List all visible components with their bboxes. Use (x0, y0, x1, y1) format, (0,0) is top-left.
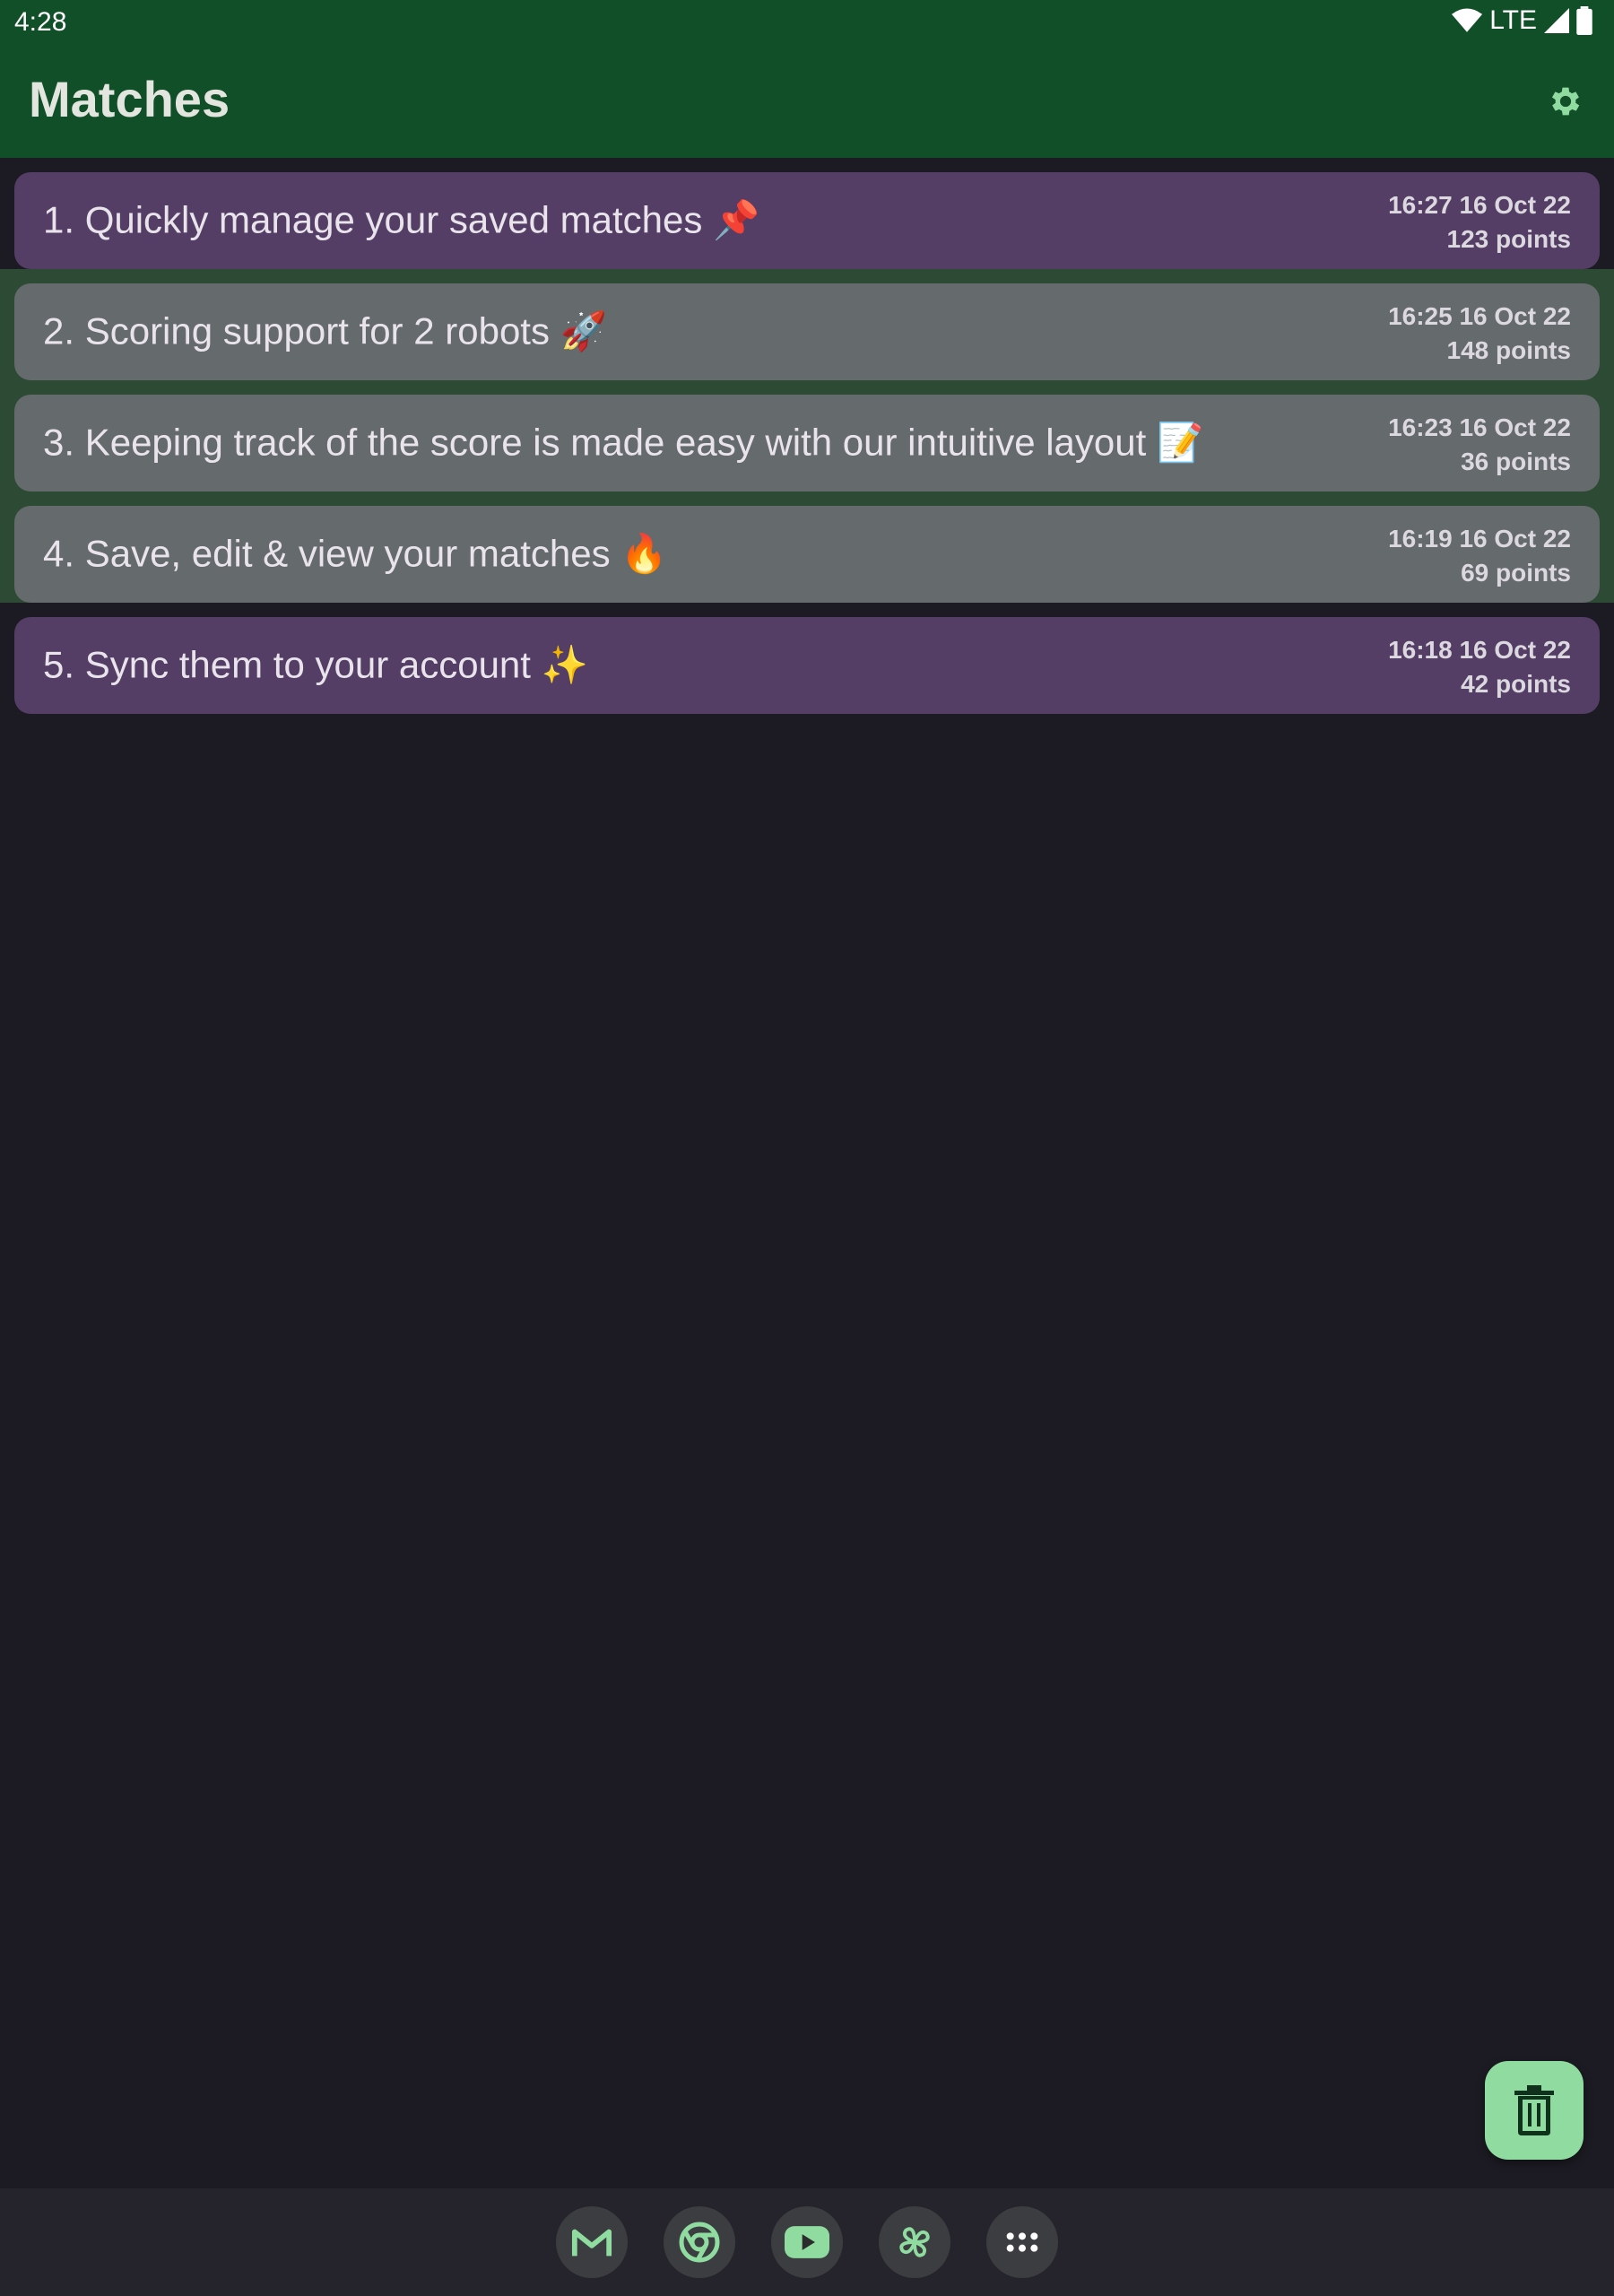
match-meta: 16:27 16 Oct 22 123 points (1388, 188, 1571, 257)
list-item: 2. Scoring support for 2 robots 🚀 16:25 … (0, 269, 1614, 380)
match-datetime: 16:19 16 Oct 22 (1388, 525, 1571, 552)
match-card-3[interactable]: 3. Keeping track of the score is made ea… (14, 395, 1600, 491)
app-drawer-icon (1006, 2232, 1038, 2252)
match-title: 4. Save, edit & view your matches 🔥 (43, 532, 668, 575)
match-points: 148 points (1446, 336, 1571, 364)
match-datetime: 16:27 16 Oct 22 (1388, 191, 1571, 219)
app-dock (0, 2206, 1614, 2278)
chrome-app[interactable] (664, 2206, 735, 2278)
match-card-1[interactable]: 1. Quickly manage your saved matches 📌 1… (14, 172, 1600, 269)
wifi-icon (1452, 8, 1483, 32)
match-title: 3. Keeping track of the score is made ea… (43, 421, 1204, 464)
delete-button[interactable] (1485, 2061, 1584, 2160)
gmail-icon (571, 2229, 612, 2257)
youtube-icon (785, 2226, 829, 2258)
battery-icon (1576, 6, 1592, 35)
match-points: 42 points (1461, 670, 1571, 698)
pinwheel-icon (899, 2227, 930, 2257)
match-meta: 16:23 16 Oct 22 36 points (1388, 411, 1571, 479)
match-card-5[interactable]: 5. Sync them to your account ✨ 16:18 16 … (14, 617, 1600, 714)
match-points: 36 points (1461, 448, 1571, 475)
match-datetime: 16:23 16 Oct 22 (1388, 413, 1571, 441)
app-bar: Matches (0, 45, 1614, 158)
network-type: LTE (1489, 5, 1537, 35)
settings-button[interactable] (1539, 74, 1592, 128)
match-meta: 16:19 16 Oct 22 69 points (1388, 522, 1571, 590)
taskbar (0, 2188, 1614, 2296)
status-icons: LTE (1452, 5, 1592, 36)
list-item: 1. Quickly manage your saved matches 📌 1… (0, 158, 1614, 269)
match-meta: 16:18 16 Oct 22 42 points (1388, 633, 1571, 701)
match-list: 1. Quickly manage your saved matches 📌 1… (0, 158, 1614, 714)
match-title: 5. Sync them to your account ✨ (43, 643, 588, 686)
gmail-app[interactable] (556, 2206, 628, 2278)
list-item: 4. Save, edit & view your matches 🔥 16:1… (0, 491, 1614, 603)
match-card-4[interactable]: 4. Save, edit & view your matches 🔥 16:1… (14, 506, 1600, 603)
match-title: 1. Quickly manage your saved matches 📌 (43, 198, 760, 241)
signal-icon (1544, 8, 1569, 33)
status-bar: 4:28 LTE (0, 0, 1614, 45)
status-time: 4:28 (14, 7, 67, 37)
match-datetime: 16:18 16 Oct 22 (1388, 636, 1571, 664)
app-drawer-button[interactable] (986, 2206, 1058, 2278)
gear-icon (1551, 87, 1580, 116)
match-points: 123 points (1446, 225, 1571, 253)
page-title: Matches (29, 71, 230, 127)
match-card-2[interactable]: 2. Scoring support for 2 robots 🚀 16:25 … (14, 283, 1600, 380)
match-points: 69 points (1461, 559, 1571, 587)
youtube-app[interactable] (771, 2206, 843, 2278)
pinwheel-app[interactable] (879, 2206, 950, 2278)
match-datetime: 16:25 16 Oct 22 (1388, 302, 1571, 330)
chrome-icon (679, 2222, 720, 2263)
trash-icon (1514, 2085, 1554, 2135)
list-item: 3. Keeping track of the score is made ea… (0, 380, 1614, 491)
match-title: 2. Scoring support for 2 robots 🚀 (43, 309, 607, 352)
list-item: 5. Sync them to your account ✨ 16:18 16 … (0, 603, 1614, 714)
match-meta: 16:25 16 Oct 22 148 points (1388, 300, 1571, 368)
